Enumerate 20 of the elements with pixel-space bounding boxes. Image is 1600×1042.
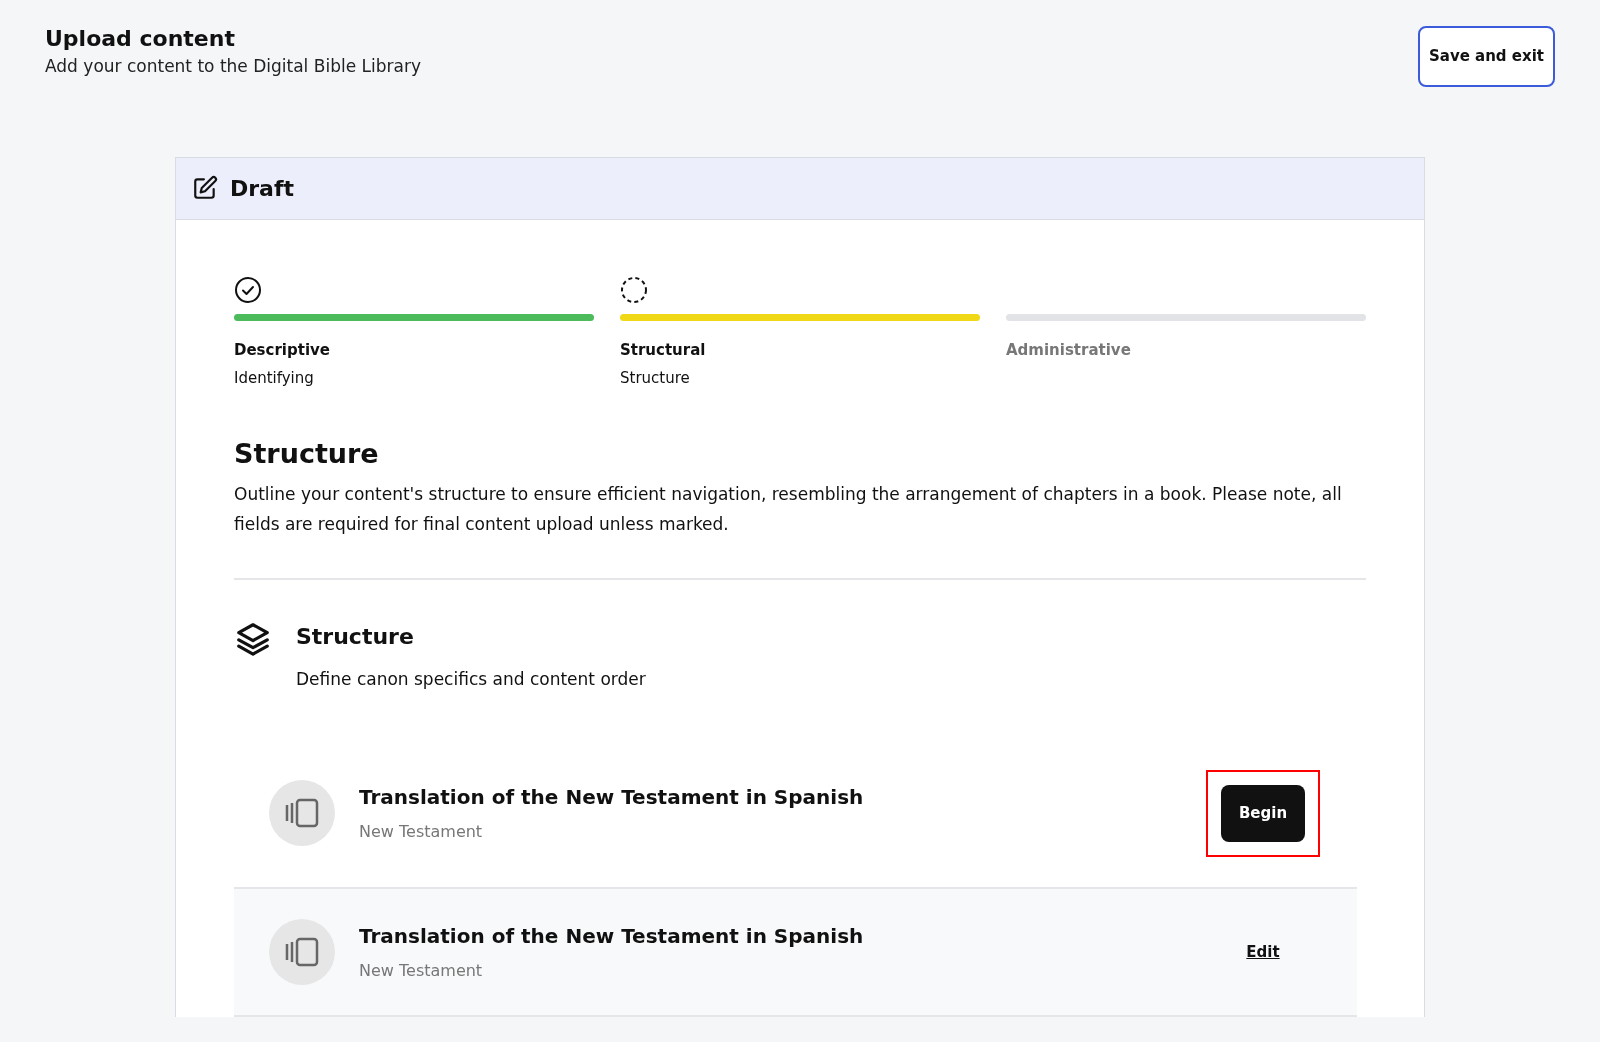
edit-link[interactable]: Edit (1231, 942, 1295, 961)
edit-icon (192, 175, 218, 201)
save-and-exit-button[interactable]: Save and exit (1417, 26, 1555, 87)
group-subtitle: Define canon specifics and content order (296, 667, 646, 691)
step-label: Descriptive (234, 339, 331, 361)
card-title: Draft (230, 174, 295, 203)
section-description: Outline your content's structure to ensure efficient navigation, resembling the arrangement of chapters in a book. Please note, all fields are required for final content upload unless marked. (234, 483, 1343, 536)
step-sublabel: Structure (620, 368, 691, 389)
section-title: Structure (234, 436, 380, 471)
item-subtitle: New Testament (359, 821, 484, 844)
item-subtitle: New Testament (359, 959, 484, 982)
step-sublabel: Identifying (234, 368, 315, 389)
page-subtitle: Add your content to the Digital Bible Library (45, 55, 421, 79)
begin-button[interactable]: Begin (1220, 785, 1306, 842)
group-title: Structure (296, 622, 415, 651)
item-title: Translation of the New Testament in Spanish (359, 784, 865, 812)
step-label: Administrative (1006, 339, 1132, 361)
item-title: Translation of the New Testament in Spanish (359, 922, 865, 950)
step-label: Structural (620, 339, 707, 361)
page-title: Upload content (45, 26, 236, 53)
